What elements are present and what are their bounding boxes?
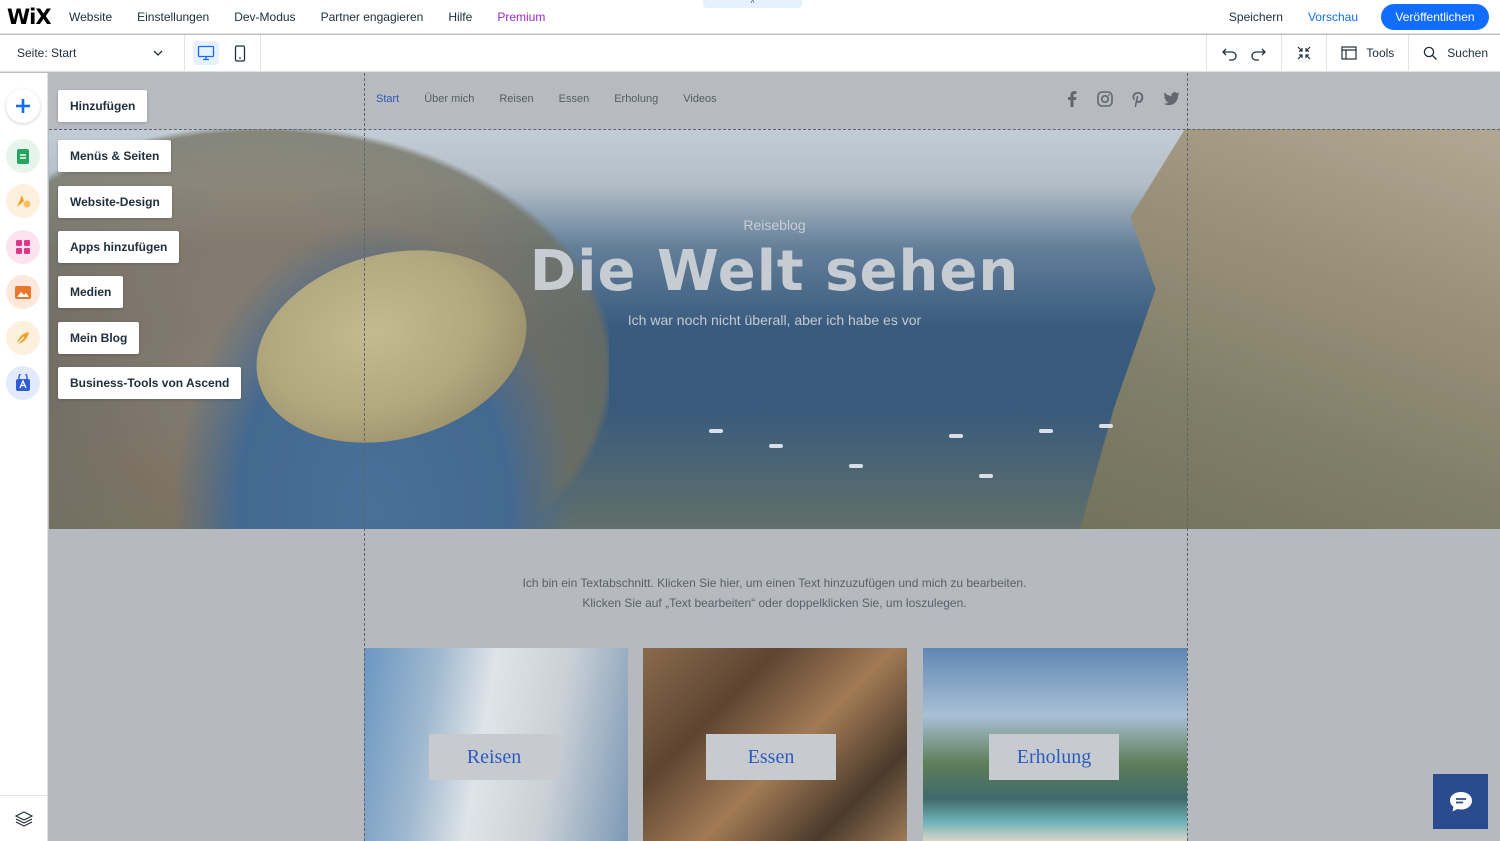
- preview-button[interactable]: Vorschau: [1308, 10, 1358, 24]
- twitter-icon[interactable]: [1162, 90, 1180, 108]
- hero-section[interactable]: Reiseblog Die Welt sehen Ich war noch ni…: [49, 129, 1500, 529]
- card-relax[interactable]: Erholung: [923, 648, 1187, 841]
- undo-redo-group: [1206, 35, 1281, 71]
- chat-icon: [1449, 791, 1472, 811]
- social-bar: [1063, 90, 1195, 108]
- site-nav-food[interactable]: Essen: [559, 93, 590, 105]
- redo-icon[interactable]: [1249, 45, 1267, 61]
- plus-icon: [16, 99, 30, 113]
- page-selector[interactable]: Seite: Start: [0, 35, 185, 71]
- facebook-icon[interactable]: [1063, 90, 1081, 108]
- site-nav: Start Über mich Reisen Essen Erholung Vi…: [376, 93, 742, 105]
- left-sidebar: [0, 73, 48, 841]
- sidebar-label-website-design[interactable]: Website-Design: [58, 186, 172, 218]
- site-nav-travel[interactable]: Reisen: [499, 93, 533, 105]
- mobile-icon: [234, 44, 246, 62]
- website-design-button[interactable]: [6, 184, 40, 218]
- editor-canvas[interactable]: Start Über mich Reisen Essen Erholung Vi…: [49, 73, 1500, 841]
- search-button[interactable]: Suchen: [1408, 35, 1500, 71]
- intro-text[interactable]: Ich bin ein Textabschnitt. Klicken Sie h…: [49, 573, 1500, 613]
- gridline-right: [1187, 73, 1188, 841]
- search-icon: [1424, 46, 1438, 60]
- site-nav-relax[interactable]: Erholung: [614, 93, 658, 105]
- design-icon: [17, 195, 31, 208]
- device-switcher: [185, 35, 261, 71]
- sidebar-label-ascend[interactable]: Business-Tools von Ascend: [58, 367, 242, 399]
- sidebar-label-menus-pages[interactable]: Menüs & Seiten: [58, 140, 172, 172]
- card-travel-button[interactable]: Reisen: [429, 734, 559, 780]
- desktop-icon: [197, 45, 215, 61]
- hero-overlay: [49, 129, 1500, 529]
- mobile-view-button[interactable]: [227, 41, 253, 65]
- ascend-tools-button[interactable]: [6, 366, 40, 400]
- site-nav-about[interactable]: Über mich: [424, 93, 474, 105]
- header-divider: [49, 129, 1500, 130]
- desktop-view-button[interactable]: [193, 41, 219, 65]
- zoom-out-icon: [1297, 46, 1311, 60]
- tools-icon: [1341, 46, 1357, 60]
- gridline-left: [364, 73, 365, 841]
- layers-button[interactable]: [0, 795, 48, 841]
- chevron-down-icon: [153, 50, 163, 56]
- card-travel[interactable]: Reisen: [364, 648, 628, 841]
- chat-widget-button[interactable]: [1433, 774, 1488, 829]
- layers-icon: [15, 810, 33, 827]
- intro-line-2: Klicken Sie auf „Text bearbeiten“ oder d…: [582, 596, 967, 610]
- instagram-icon[interactable]: [1096, 90, 1114, 108]
- sidebar-label-my-blog[interactable]: Mein Blog: [58, 322, 140, 354]
- hero-title[interactable]: Die Welt sehen: [49, 239, 1500, 304]
- save-button[interactable]: Speichern: [1229, 10, 1283, 24]
- top-actions: Speichern Vorschau Veröffentlichen: [1229, 0, 1500, 34]
- tools-button[interactable]: Tools: [1326, 35, 1408, 71]
- zoom-out-button[interactable]: [1281, 35, 1326, 71]
- hero-tagline[interactable]: Ich war noch nicht überall, aber ich hab…: [49, 312, 1500, 328]
- editor-toolbar: Seite: Start Tools Suchen: [0, 35, 1500, 72]
- top-menu: Website Einstellungen Dev-Modus Partner …: [69, 10, 570, 24]
- sidebar-label-add[interactable]: Hinzufügen: [58, 90, 148, 122]
- menu-partner[interactable]: Partner engagieren: [321, 10, 424, 24]
- collapse-tab[interactable]: ˄: [703, 0, 802, 8]
- menu-website[interactable]: Website: [69, 10, 112, 24]
- apps-icon: [16, 240, 30, 254]
- tools-label: Tools: [1366, 46, 1395, 60]
- hero-subtitle[interactable]: Reiseblog: [49, 217, 1500, 233]
- card-relax-button[interactable]: Erholung: [989, 734, 1119, 780]
- blog-icon: [16, 332, 29, 345]
- media-button[interactable]: [6, 275, 40, 309]
- publish-button[interactable]: Veröffentlichen: [1381, 4, 1489, 30]
- site-nav-start[interactable]: Start: [376, 93, 399, 105]
- site-nav-videos[interactable]: Videos: [683, 93, 716, 105]
- menu-premium[interactable]: Premium: [497, 10, 545, 24]
- my-blog-button[interactable]: [6, 321, 40, 355]
- wix-logo[interactable]: WiX: [7, 5, 69, 29]
- add-apps-button[interactable]: [6, 230, 40, 264]
- toolbar-right: Tools Suchen: [1206, 35, 1500, 71]
- undo-icon[interactable]: [1221, 45, 1239, 61]
- sidebar-label-add-apps[interactable]: Apps hinzufügen: [58, 231, 180, 263]
- search-label: Suchen: [1447, 46, 1488, 60]
- menu-help[interactable]: Hilfe: [448, 10, 472, 24]
- sidebar-label-media[interactable]: Medien: [58, 276, 124, 308]
- intro-line-1: Ich bin ein Textabschnitt. Klicken Sie h…: [522, 576, 1027, 590]
- site-header[interactable]: Start Über mich Reisen Essen Erholung Vi…: [49, 73, 1500, 129]
- page-value: Start: [51, 46, 77, 60]
- menu-dev-mode[interactable]: Dev-Modus: [234, 10, 295, 24]
- menu-settings[interactable]: Einstellungen: [137, 10, 209, 24]
- card-food[interactable]: Essen: [643, 648, 907, 841]
- menus-pages-button[interactable]: [6, 139, 40, 173]
- add-elements-button[interactable]: [6, 89, 40, 123]
- page-label: Seite:: [17, 46, 48, 60]
- top-bar: WiX Website Einstellungen Dev-Modus Part…: [0, 0, 1500, 34]
- pinterest-icon[interactable]: [1129, 90, 1147, 108]
- card-food-button[interactable]: Essen: [706, 734, 836, 780]
- pages-icon: [17, 148, 29, 164]
- ascend-icon: [16, 374, 30, 391]
- media-icon: [15, 285, 31, 299]
